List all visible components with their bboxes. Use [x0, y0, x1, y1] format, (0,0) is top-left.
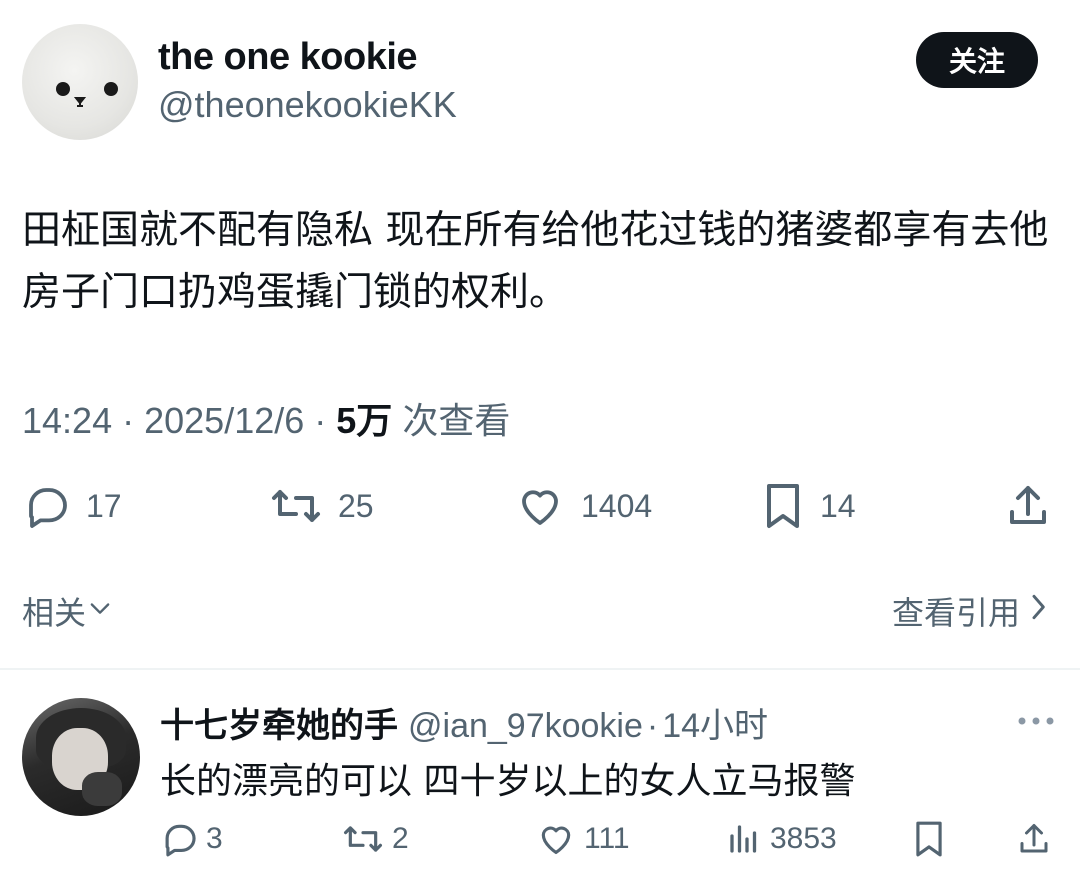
avatar-hand — [82, 772, 122, 806]
reply-retweet-count: 2 — [392, 822, 409, 855]
post-time[interactable]: 14:24 — [22, 400, 112, 441]
bookmark-icon — [762, 482, 804, 530]
reply-display-name[interactable]: 十七岁牵她的手 — [160, 698, 398, 747]
reply-icon — [160, 820, 198, 858]
view-quotes-link[interactable]: 查看引用 — [892, 588, 1050, 634]
reply-like-button[interactable]: 111 — [536, 820, 630, 858]
author-handle[interactable]: @theonekookieKK — [158, 84, 457, 126]
retweet-icon — [342, 820, 384, 858]
post-views-label: 次查看 — [402, 400, 511, 441]
retweet-count: 25 — [338, 487, 374, 524]
post-date[interactable]: 2025/12/6 — [144, 400, 304, 441]
avatar-nose — [74, 96, 86, 107]
share-button[interactable] — [1004, 482, 1052, 530]
like-count: 1404 — [581, 487, 653, 524]
bookmark-count: 14 — [820, 487, 856, 524]
reply-button[interactable]: 17 — [22, 482, 122, 530]
reply-like-count: 111 — [584, 822, 630, 855]
retweet-button[interactable]: 25 — [270, 482, 374, 530]
author-display-name[interactable]: the one kookie — [158, 36, 418, 79]
post-text: 田柾国就不配有隐私 现在所有给他花过钱的猪婆都享有去他房子门口扔鸡蛋撬门锁的权利… — [22, 208, 1049, 315]
meta-separator: · — [314, 400, 337, 441]
bookmark-button[interactable]: 14 — [762, 482, 856, 530]
reply-bookmark-button[interactable] — [912, 820, 946, 858]
share-icon — [1016, 820, 1052, 858]
reply-icon — [22, 482, 70, 530]
more-icon[interactable] — [1016, 712, 1056, 731]
retweet-icon — [270, 482, 322, 530]
view-quotes-label: 查看引用 — [891, 594, 1020, 632]
follow-button[interactable]: 关注 — [916, 32, 1038, 88]
reply-views-button[interactable]: 3853 — [726, 820, 837, 858]
section-divider — [0, 668, 1080, 670]
reply-header: 十七岁牵她的手 @ian_97kookie · 14小时 — [160, 698, 768, 747]
heart-icon — [515, 482, 565, 530]
bookmark-icon — [912, 820, 946, 858]
reply-reply-count: 3 — [206, 822, 223, 855]
meta-separator: · — [646, 707, 659, 745]
share-icon — [1004, 482, 1052, 530]
meta-separator: · — [122, 400, 145, 441]
reply-retweet-button[interactable]: 2 — [342, 820, 409, 858]
avatar-eye-right — [104, 82, 118, 96]
post-meta: 14:24 · 2025/12/6 · 5万 次查看 — [22, 392, 510, 444]
reply-share-button[interactable] — [1016, 820, 1052, 858]
views-icon — [726, 820, 762, 858]
reply-handle[interactable]: @ian_97kookie — [408, 707, 643, 746]
chevron-down-icon — [86, 592, 114, 630]
avatar-eye-left — [56, 82, 70, 96]
related-label: 相关 — [22, 594, 87, 632]
reply-reply-button[interactable]: 3 — [160, 820, 223, 858]
like-button[interactable]: 1404 — [515, 482, 652, 530]
heart-icon — [536, 820, 576, 858]
reply-author-avatar[interactable] — [22, 698, 140, 816]
chevron-right-icon — [1026, 591, 1050, 631]
reply-text: 长的漂亮的可以 四十岁以上的女人立马报警 — [160, 761, 856, 802]
related-toggle[interactable]: 相关 — [22, 588, 114, 634]
author-avatar[interactable] — [22, 24, 138, 140]
post-views-count: 5万 — [336, 400, 393, 441]
reply-count: 17 — [86, 487, 122, 524]
reply-views-count: 3853 — [770, 822, 837, 855]
reply-time[interactable]: 14小时 — [662, 698, 768, 747]
